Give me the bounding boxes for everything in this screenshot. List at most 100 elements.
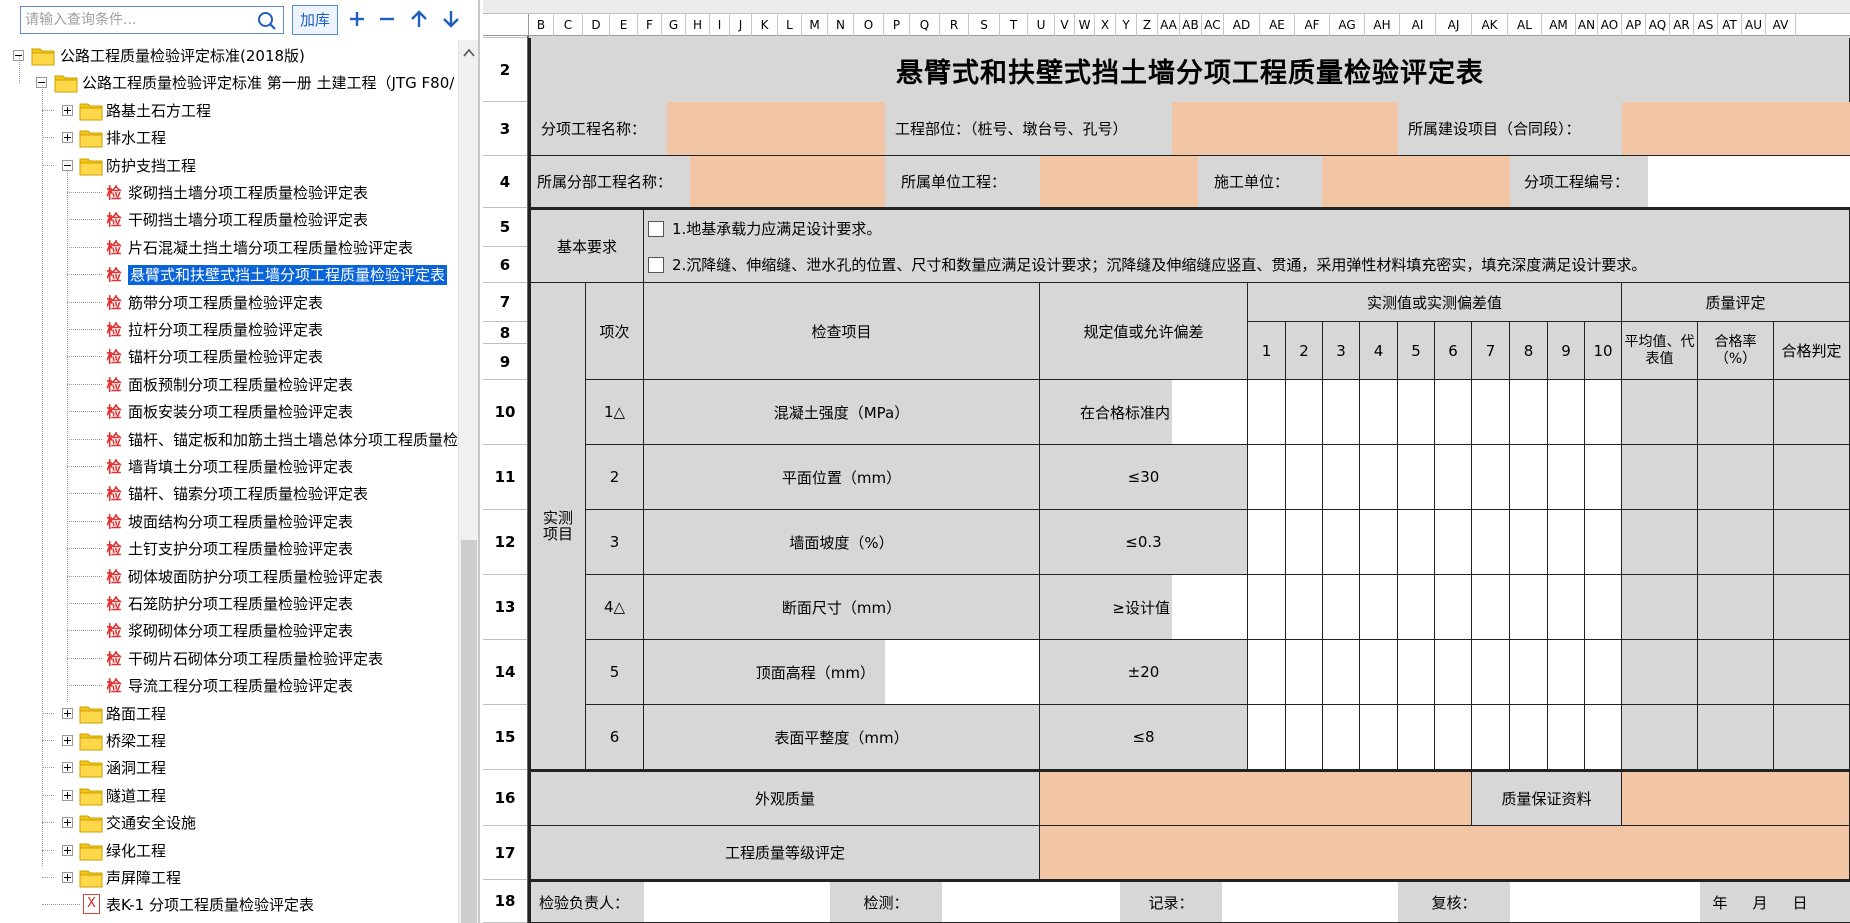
- tree-form-item[interactable]: 检土钉支护分项工程质量检验评定表: [0, 535, 460, 562]
- row-header-cell[interactable]: 17: [483, 826, 527, 880]
- measured-value-cell[interactable]: [1286, 380, 1323, 445]
- measured-value-cell[interactable]: [1435, 705, 1472, 770]
- contractor-input[interactable]: [1322, 156, 1510, 208]
- measured-value-cell[interactable]: [1472, 640, 1510, 705]
- project-input[interactable]: [1622, 102, 1850, 156]
- measured-value-cell[interactable]: [1472, 380, 1510, 445]
- avg-cell[interactable]: [1622, 575, 1698, 640]
- column-header-cell[interactable]: AD: [1224, 14, 1260, 36]
- column-header-cell[interactable]: AQ: [1646, 14, 1670, 36]
- row-header-cell[interactable]: 14: [483, 640, 527, 705]
- column-header-cell[interactable]: AE: [1260, 14, 1295, 36]
- spec-blank[interactable]: [1172, 380, 1248, 445]
- column-header-cell[interactable]: M: [802, 14, 828, 36]
- column-header-cell[interactable]: AM: [1542, 14, 1576, 36]
- measured-value-cell[interactable]: [1248, 640, 1286, 705]
- measured-value-cell[interactable]: [1360, 445, 1398, 510]
- expand-toggle-icon[interactable]: [62, 872, 73, 883]
- tree-folder-item[interactable]: 交通安全设施: [0, 809, 460, 836]
- expand-toggle-icon[interactable]: [62, 844, 73, 856]
- tree-form-item[interactable]: 检砌体坡面防护分项工程质量检验评定表: [0, 563, 460, 590]
- measured-value-cell[interactable]: [1510, 445, 1548, 510]
- collapse-toggle-icon[interactable]: [62, 159, 73, 171]
- rate-cell[interactable]: [1698, 640, 1774, 705]
- measured-value-cell[interactable]: [1548, 510, 1585, 575]
- row-header-cell[interactable]: 13: [483, 575, 527, 640]
- measured-value-cell[interactable]: [1323, 445, 1360, 510]
- row-header-cell[interactable]: 8: [483, 322, 527, 344]
- tree-form-item[interactable]: 检导流工程分项工程质量检验评定表: [0, 672, 460, 699]
- tree-form-item[interactable]: 检面板预制分项工程质量检验评定表: [0, 371, 460, 398]
- grade-input[interactable]: [1040, 826, 1850, 880]
- measured-value-cell[interactable]: [1323, 575, 1360, 640]
- expand-toggle-icon[interactable]: [62, 104, 73, 116]
- minus-icon[interactable]: [375, 7, 399, 31]
- expand-toggle-icon[interactable]: [62, 762, 73, 774]
- column-header-cell[interactable]: X: [1095, 14, 1116, 36]
- scroll-up-icon[interactable]: [463, 48, 475, 58]
- avg-cell[interactable]: [1622, 445, 1698, 510]
- column-header-cell[interactable]: AR: [1670, 14, 1694, 36]
- tree-folder-item[interactable]: 排水工程: [0, 124, 460, 151]
- column-header-cell[interactable]: E: [610, 14, 638, 36]
- tester-input[interactable]: [942, 880, 1120, 923]
- rate-cell[interactable]: [1698, 705, 1774, 770]
- expand-toggle-icon[interactable]: [62, 132, 73, 144]
- tree-folder-item[interactable]: 声屏障工程: [0, 864, 460, 891]
- row-header-cell[interactable]: 5: [483, 208, 527, 247]
- measured-value-cell[interactable]: [1398, 380, 1435, 445]
- column-header-cell[interactable]: AH: [1365, 14, 1400, 36]
- measured-value-cell[interactable]: [1323, 640, 1360, 705]
- judge-cell[interactable]: [1774, 510, 1850, 575]
- column-header-cell[interactable]: AK: [1472, 14, 1508, 36]
- measured-value-cell[interactable]: [1510, 575, 1548, 640]
- column-header-cell[interactable]: U: [1028, 14, 1055, 36]
- measured-value-cell[interactable]: [1548, 380, 1585, 445]
- column-header-cell[interactable]: Q: [910, 14, 940, 36]
- basic-req-1[interactable]: 1.地基承载力应满足设计要求。: [644, 208, 1850, 247]
- tree-scroll-thumb[interactable]: [461, 540, 477, 923]
- avg-cell[interactable]: [1622, 705, 1698, 770]
- tree-folder-item[interactable]: 路面工程: [0, 700, 460, 727]
- row-header-cell[interactable]: 3: [483, 102, 527, 156]
- column-header-cell[interactable]: AJ: [1436, 14, 1472, 36]
- measured-value-cell[interactable]: [1360, 705, 1398, 770]
- measured-value-cell[interactable]: [1360, 575, 1398, 640]
- rate-cell[interactable]: [1698, 380, 1774, 445]
- row-header-cell[interactable]: 15: [483, 705, 527, 770]
- column-header-cell[interactable]: K: [752, 14, 778, 36]
- judge-cell[interactable]: [1774, 705, 1850, 770]
- quality-docs-input[interactable]: [1622, 770, 1850, 826]
- tree-form-item[interactable]: 检拉杆分项工程质量检验评定表: [0, 316, 460, 343]
- row-header-cell[interactable]: 2: [483, 38, 527, 102]
- tree-folder-item[interactable]: 涵洞工程: [0, 754, 460, 781]
- search-box[interactable]: [20, 6, 284, 34]
- rate-cell[interactable]: [1698, 510, 1774, 575]
- search-input[interactable]: [25, 10, 253, 30]
- tree-folder-item[interactable]: 防护支挡工程: [0, 152, 460, 179]
- column-header-cell[interactable]: Y: [1116, 14, 1137, 36]
- tree-form-item[interactable]: 检墙背填土分项工程质量检验评定表: [0, 453, 460, 480]
- measured-value-cell[interactable]: [1248, 445, 1286, 510]
- measured-value-cell[interactable]: [1472, 445, 1510, 510]
- column-header-cell[interactable]: H: [686, 14, 710, 36]
- measured-value-cell[interactable]: [1472, 575, 1510, 640]
- measured-value-cell[interactable]: [1286, 640, 1323, 705]
- measured-value-cell[interactable]: [1435, 640, 1472, 705]
- tree-form-item[interactable]: X 表K-1 分项工程质量检验评定表: [0, 891, 460, 918]
- row-header-cell[interactable]: 4: [483, 156, 527, 208]
- row-header-cell[interactable]: 10: [483, 380, 527, 445]
- measured-value-cell[interactable]: [1510, 640, 1548, 705]
- measured-value-cell[interactable]: [1585, 445, 1622, 510]
- tree-folder-item[interactable]: 绿化工程: [0, 837, 460, 864]
- column-header-cell[interactable]: R: [940, 14, 969, 36]
- spec-blank[interactable]: [1172, 575, 1248, 640]
- arrow-down-icon[interactable]: [439, 7, 463, 31]
- tree-form-item[interactable]: 检石笼防护分项工程质量检验评定表: [0, 590, 460, 617]
- search-icon[interactable]: [257, 11, 277, 31]
- column-header-cell[interactable]: AN: [1576, 14, 1598, 36]
- subpart-input[interactable]: [690, 156, 885, 208]
- appearance-input[interactable]: [1040, 770, 1472, 826]
- measured-value-cell[interactable]: [1435, 510, 1472, 575]
- unit-input[interactable]: [1040, 156, 1198, 208]
